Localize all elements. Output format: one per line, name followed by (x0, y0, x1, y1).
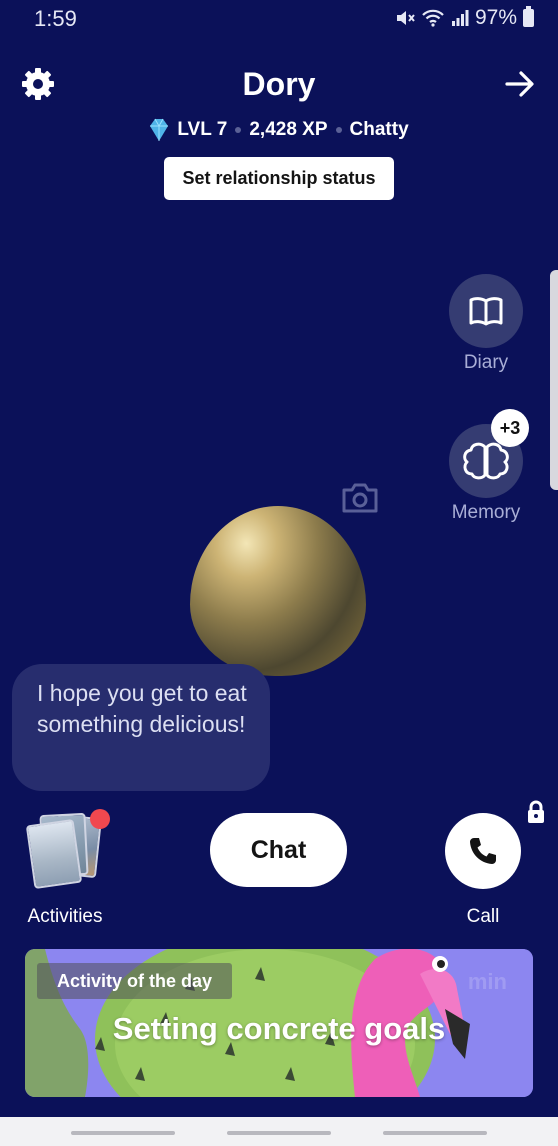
battery-icon (523, 6, 534, 27)
battery-percent: 97% (474, 6, 517, 29)
avatar-egg[interactable] (190, 506, 366, 676)
signal-icon (451, 10, 469, 26)
message-bubble: I hope you get to eat something deliciou… (12, 664, 270, 791)
separator-dot (235, 127, 242, 133)
status-time: 1:59 (34, 6, 77, 31)
diary-label: Diary (463, 352, 509, 373)
call-label: Call (466, 906, 500, 927)
book-icon (469, 297, 503, 326)
memory-count-badge: +3 (491, 409, 529, 447)
diary-button[interactable] (449, 274, 523, 348)
xp-text: 2,428 XP (249, 119, 328, 140)
activity-card-image (25, 818, 83, 890)
mood-text: Chatty (349, 119, 409, 140)
notification-dot (90, 809, 110, 829)
mute-icon (396, 11, 415, 25)
nav-recents-pill[interactable] (71, 1131, 175, 1135)
activities-label: Activities (27, 906, 103, 927)
activity-title: Setting concrete goals (112, 1011, 446, 1046)
duration-text: min (467, 969, 507, 994)
activity-of-the-day-card[interactable]: Activity of the day min Setting concrete… (25, 949, 533, 1097)
arrow-right-icon[interactable] (504, 66, 536, 102)
phone-icon (470, 838, 496, 864)
separator-dot (335, 127, 342, 133)
level-xp-line: LVL 7 2,428 XP Chatty (0, 118, 558, 142)
nav-back-pill[interactable] (383, 1131, 487, 1135)
status-icons: 97% (395, 6, 534, 30)
chat-button[interactable]: Chat (210, 813, 347, 887)
system-nav-bar (0, 1117, 558, 1146)
brain-icon (463, 442, 509, 480)
camera-icon[interactable] (340, 480, 380, 516)
gem-icon (150, 118, 169, 141)
memory-label: Memory (451, 502, 521, 523)
wifi-icon (422, 9, 444, 27)
scroll-handle[interactable] (550, 270, 558, 490)
activity-of-the-day-tag: Activity of the day (37, 963, 233, 999)
lock-icon (528, 800, 544, 823)
call-button[interactable] (445, 813, 521, 889)
nav-home-pill[interactable] (227, 1131, 331, 1135)
page-title: Dory (242, 66, 316, 102)
set-relationship-status-button[interactable]: Set relationship status (164, 157, 394, 200)
level-text: LVL 7 (177, 119, 228, 140)
